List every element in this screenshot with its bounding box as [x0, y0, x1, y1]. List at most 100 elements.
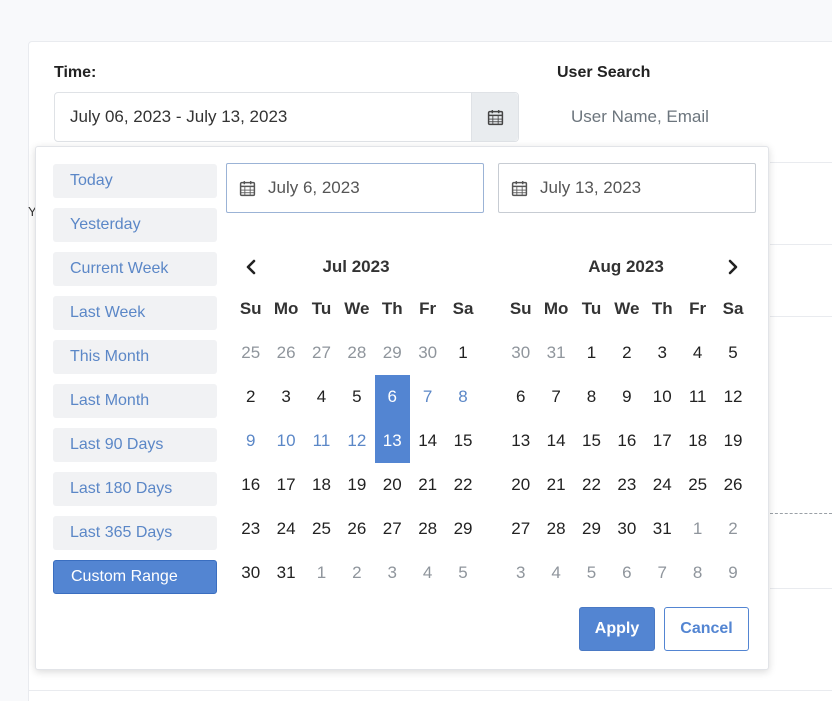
prev-month-button[interactable]	[239, 255, 263, 279]
user-search-input[interactable]: User Name, Email	[556, 92, 832, 142]
day-cell[interactable]: 19	[715, 419, 750, 463]
day-cell[interactable]: 27	[375, 507, 410, 551]
range-option-current-week[interactable]: Current Week	[53, 252, 217, 286]
day-cell[interactable]: 16	[609, 419, 644, 463]
day-cell[interactable]: 14	[410, 419, 445, 463]
day-cell[interactable]: 23	[233, 507, 268, 551]
in-range-day-cell[interactable]: 7	[410, 375, 445, 419]
range-option-last-180-days[interactable]: Last 180 Days	[53, 472, 217, 506]
start-date-field[interactable]: July 6, 2023	[226, 163, 484, 213]
day-cell[interactable]: 25	[304, 507, 339, 551]
day-cell[interactable]: 26	[268, 331, 303, 375]
day-cell[interactable]: 1	[574, 331, 609, 375]
day-cell[interactable]: 27	[304, 331, 339, 375]
day-cell[interactable]: 30	[233, 551, 268, 595]
selected-day-cell[interactable]: 6	[374, 375, 410, 419]
day-cell[interactable]: 30	[503, 331, 538, 375]
day-cell[interactable]: 5	[339, 375, 374, 419]
day-cell[interactable]: 29	[445, 507, 480, 551]
in-range-day-cell[interactable]: 8	[445, 375, 480, 419]
in-range-day-cell[interactable]: 12	[339, 419, 374, 463]
selected-day-cell[interactable]: 13	[374, 419, 410, 463]
day-cell[interactable]: 24	[645, 463, 680, 507]
range-option-last-week[interactable]: Last Week	[53, 296, 217, 330]
day-cell[interactable]: 27	[503, 507, 538, 551]
day-cell[interactable]: 5	[445, 551, 480, 595]
day-cell[interactable]: 28	[410, 507, 445, 551]
day-cell[interactable]: 8	[680, 551, 715, 595]
day-cell[interactable]: 31	[268, 551, 303, 595]
day-cell[interactable]: 4	[304, 375, 339, 419]
range-option-last-month[interactable]: Last Month	[53, 384, 217, 418]
day-cell[interactable]: 3	[268, 375, 303, 419]
day-cell[interactable]: 18	[304, 463, 339, 507]
day-cell[interactable]: 16	[233, 463, 268, 507]
day-cell[interactable]: 22	[445, 463, 480, 507]
day-cell[interactable]: 9	[609, 375, 644, 419]
day-cell[interactable]: 4	[538, 551, 573, 595]
range-option-this-month[interactable]: This Month	[53, 340, 217, 374]
day-cell[interactable]: 12	[715, 375, 750, 419]
day-cell[interactable]: 1	[304, 551, 339, 595]
range-option-last-90-days[interactable]: Last 90 Days	[53, 428, 217, 462]
day-cell[interactable]: 26	[715, 463, 750, 507]
day-cell[interactable]: 23	[609, 463, 644, 507]
day-cell[interactable]: 4	[410, 551, 445, 595]
day-cell[interactable]: 24	[268, 507, 303, 551]
range-option-today[interactable]: Today	[53, 164, 217, 198]
day-cell[interactable]: 20	[503, 463, 538, 507]
day-cell[interactable]: 5	[715, 331, 750, 375]
day-cell[interactable]: 8	[574, 375, 609, 419]
day-cell[interactable]: 26	[339, 507, 374, 551]
time-range-input[interactable]: July 06, 2023 - July 13, 2023	[54, 92, 519, 142]
day-cell[interactable]: 7	[538, 375, 573, 419]
day-cell[interactable]: 22	[574, 463, 609, 507]
day-cell[interactable]: 21	[410, 463, 445, 507]
day-cell[interactable]: 2	[339, 551, 374, 595]
day-cell[interactable]: 15	[445, 419, 480, 463]
day-cell[interactable]: 17	[268, 463, 303, 507]
day-cell[interactable]: 21	[538, 463, 573, 507]
day-cell[interactable]: 28	[538, 507, 573, 551]
day-cell[interactable]: 10	[645, 375, 680, 419]
day-cell[interactable]: 4	[680, 331, 715, 375]
in-range-day-cell[interactable]: 11	[304, 419, 339, 463]
apply-button[interactable]: Apply	[579, 607, 655, 651]
day-cell[interactable]: 17	[645, 419, 680, 463]
day-cell[interactable]: 18	[680, 419, 715, 463]
day-cell[interactable]: 1	[445, 331, 480, 375]
day-cell[interactable]: 6	[503, 375, 538, 419]
in-range-day-cell[interactable]: 9	[233, 419, 268, 463]
end-date-field[interactable]: July 13, 2023	[498, 163, 756, 213]
day-cell[interactable]: 29	[574, 507, 609, 551]
day-cell[interactable]: 5	[574, 551, 609, 595]
day-cell[interactable]: 14	[538, 419, 573, 463]
day-cell[interactable]: 3	[645, 331, 680, 375]
day-cell[interactable]: 9	[715, 551, 750, 595]
next-month-button[interactable]	[721, 255, 745, 279]
range-option-custom-range[interactable]: Custom Range	[53, 560, 217, 594]
day-cell[interactable]: 31	[538, 331, 573, 375]
day-cell[interactable]: 28	[339, 331, 374, 375]
day-cell[interactable]: 3	[503, 551, 538, 595]
day-cell[interactable]: 19	[339, 463, 374, 507]
day-cell[interactable]: 13	[503, 419, 538, 463]
day-cell[interactable]: 11	[680, 375, 715, 419]
day-cell[interactable]: 1	[680, 507, 715, 551]
day-cell[interactable]: 2	[609, 331, 644, 375]
calendar-toggle-button[interactable]	[471, 93, 518, 141]
day-cell[interactable]: 25	[680, 463, 715, 507]
day-cell[interactable]: 25	[233, 331, 268, 375]
day-cell[interactable]: 30	[609, 507, 644, 551]
day-cell[interactable]: 2	[715, 507, 750, 551]
day-cell[interactable]: 3	[375, 551, 410, 595]
day-cell[interactable]: 30	[410, 331, 445, 375]
day-cell[interactable]: 20	[375, 463, 410, 507]
day-cell[interactable]: 15	[574, 419, 609, 463]
range-option-last-365-days[interactable]: Last 365 Days	[53, 516, 217, 550]
day-cell[interactable]: 2	[233, 375, 268, 419]
day-cell[interactable]: 31	[645, 507, 680, 551]
cancel-button[interactable]: Cancel	[664, 607, 749, 651]
day-cell[interactable]: 7	[645, 551, 680, 595]
in-range-day-cell[interactable]: 10	[268, 419, 303, 463]
